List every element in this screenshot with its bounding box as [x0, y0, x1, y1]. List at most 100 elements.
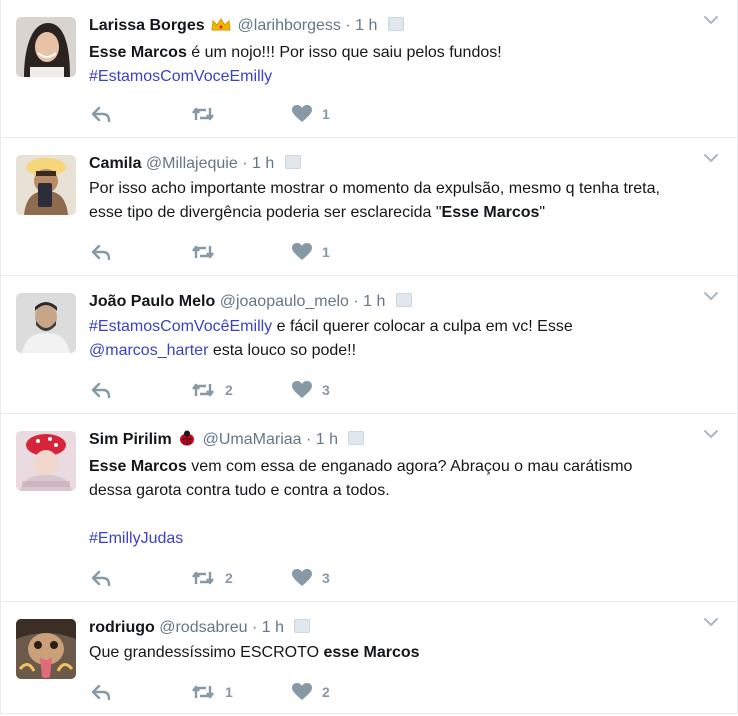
retweet-count: 1	[225, 684, 233, 700]
retweet-icon	[192, 685, 214, 699]
tweet-text: Esse Marcos vem com essa de enganado ago…	[89, 455, 717, 551]
translate-icon	[294, 619, 311, 633]
avatar[interactable]	[16, 293, 76, 353]
tweet-text: Que grandessíssimo ESCROTO esse Marcos	[89, 641, 717, 665]
retweet-count: 2	[225, 382, 233, 398]
reply-icon	[91, 106, 111, 122]
avatar[interactable]	[16, 431, 76, 491]
tweet-header: Sim Pirilim @UmaMariaa · 1 h	[89, 428, 717, 454]
like-button[interactable]: 3	[292, 380, 330, 400]
reply-icon	[91, 684, 111, 700]
display-name[interactable]: rodriugo	[89, 619, 155, 636]
reply-button[interactable]	[91, 568, 111, 588]
tweet-text: Por isso acho importante mostrar o momen…	[89, 177, 717, 225]
retweet-button[interactable]: 1	[191, 682, 233, 702]
reply-button[interactable]	[91, 682, 111, 702]
hashtag-link[interactable]: #EstamosComVocêEmilly	[89, 318, 272, 335]
highlighted-text: esse Marcos	[323, 644, 420, 661]
like-button[interactable]: 1	[292, 242, 330, 262]
translate-icon	[348, 431, 365, 445]
mention-link[interactable]: @marcos_harter	[89, 342, 208, 359]
reply-button[interactable]	[91, 242, 111, 262]
tweet[interactable]: Larissa Borges @larihborgess · 1 h Esse …	[1, 0, 737, 138]
tweet[interactable]: Sim Pirilim @UmaMariaa · 1 h Esse Marcos…	[1, 414, 737, 602]
retweet-icon	[192, 571, 214, 585]
username[interactable]: @Millajequie	[146, 155, 238, 172]
tweet[interactable]: rodriugo @rodsabreu · 1 h Que grandessís…	[1, 602, 737, 714]
tweet[interactable]: João Paulo Melo @joaopaulo_melo · 1 h #E…	[1, 276, 737, 414]
retweet-button[interactable]	[191, 104, 225, 124]
like-button[interactable]: 3	[292, 568, 330, 588]
separator-dot: ·	[353, 293, 359, 310]
like-count: 1	[322, 244, 330, 260]
like-button[interactable]: 2	[292, 682, 330, 702]
username[interactable]: @rodsabreu	[159, 619, 247, 636]
heart-icon	[292, 243, 312, 260]
display-name[interactable]: Sim Pirilim	[89, 431, 172, 448]
tweet-text: Esse Marcos é um nojo!!! Por isso que sa…	[89, 41, 717, 89]
retweet-button[interactable]: 2	[191, 380, 233, 400]
heart-icon	[292, 381, 312, 398]
plain-text: "	[539, 204, 546, 221]
separator-dot: ·	[345, 17, 351, 34]
reply-icon	[91, 382, 111, 398]
plain-text: dessa garota contra tudo e contra a todo…	[89, 482, 390, 499]
tweet[interactable]: Camila @Millajequie · 1 h Por isso acho …	[1, 138, 737, 276]
reply-icon	[91, 570, 111, 586]
tweet-text-line: #EstamosComVoceEmilly	[89, 65, 717, 89]
translate-icon	[395, 293, 412, 307]
translate-icon	[284, 155, 301, 169]
hashtag-link[interactable]: #EstamosComVoceEmilly	[89, 68, 272, 85]
like-count: 3	[322, 570, 330, 586]
hashtag-link[interactable]: #EmillyJudas	[89, 530, 183, 547]
username[interactable]: @UmaMariaa	[203, 431, 302, 448]
chevron-down-icon[interactable]	[703, 12, 719, 28]
retweet-icon	[192, 245, 214, 259]
plain-text: esse tipo de divergência poderia ser esc…	[89, 204, 442, 221]
tweet-text-line: dessa garota contra tudo e contra a todo…	[89, 479, 717, 503]
timestamp[interactable]: 1 h	[316, 431, 338, 448]
reply-icon	[91, 244, 111, 260]
ladybug-emoji-icon	[178, 430, 196, 454]
timestamp[interactable]: 1 h	[363, 293, 385, 310]
display-name[interactable]: Camila	[89, 155, 141, 172]
avatar[interactable]	[16, 17, 76, 77]
retweet-button[interactable]	[191, 242, 225, 262]
avatar[interactable]	[16, 155, 76, 215]
separator-dot: ·	[306, 431, 312, 448]
username[interactable]: @larihborgess	[238, 17, 341, 34]
heart-icon	[292, 683, 312, 700]
highlighted-text: Esse Marcos	[441, 204, 540, 221]
tweet-text-line: esse tipo de divergência poderia ser esc…	[89, 201, 717, 225]
username[interactable]: @joaopaulo_melo	[220, 293, 349, 310]
avatar[interactable]	[16, 619, 76, 679]
chevron-down-icon[interactable]	[703, 288, 719, 304]
highlighted-text: Esse Marcos	[89, 458, 187, 475]
retweet-icon	[192, 383, 214, 397]
chevron-down-icon[interactable]	[703, 150, 719, 166]
plain-text: esta louco so pode!!	[208, 342, 357, 359]
chevron-down-icon[interactable]	[703, 614, 719, 630]
timestamp[interactable]: 1 h	[355, 17, 377, 34]
tweet-header: Camila @Millajequie · 1 h	[89, 152, 717, 176]
plain-text: Por isso acho importante mostrar o momen…	[89, 180, 660, 197]
retweet-button[interactable]: 2	[191, 568, 233, 588]
display-name[interactable]: João Paulo Melo	[89, 293, 215, 310]
tweet-text-line: Esse Marcos vem com essa de enganado ago…	[89, 455, 717, 479]
reply-button[interactable]	[91, 380, 111, 400]
timestamp[interactable]: 1 h	[252, 155, 274, 172]
separator-dot: ·	[251, 619, 258, 636]
display-name[interactable]: Larissa Borges	[89, 17, 205, 34]
tweet-text-line: @marcos_harter esta louco so pode!!	[89, 339, 717, 363]
reply-button[interactable]	[91, 104, 111, 124]
tweet-header: João Paulo Melo @joaopaulo_melo · 1 h	[89, 290, 717, 314]
highlighted-text: Esse Marcos	[89, 44, 187, 61]
plain-text: é um nojo!!! Por isso que saiu pelos fun…	[186, 44, 502, 61]
tweet-text-line: #EstamosComVocêEmilly e fácil querer col…	[89, 315, 717, 339]
chevron-down-icon[interactable]	[703, 426, 719, 442]
like-button[interactable]: 1	[292, 104, 330, 124]
timestamp[interactable]: 1 h	[262, 619, 284, 636]
like-count: 1	[322, 106, 330, 122]
tweet-header: rodriugo @rodsabreu · 1 h	[89, 616, 717, 640]
tweet-text-line: Que grandessíssimo ESCROTO esse Marcos	[89, 641, 717, 665]
